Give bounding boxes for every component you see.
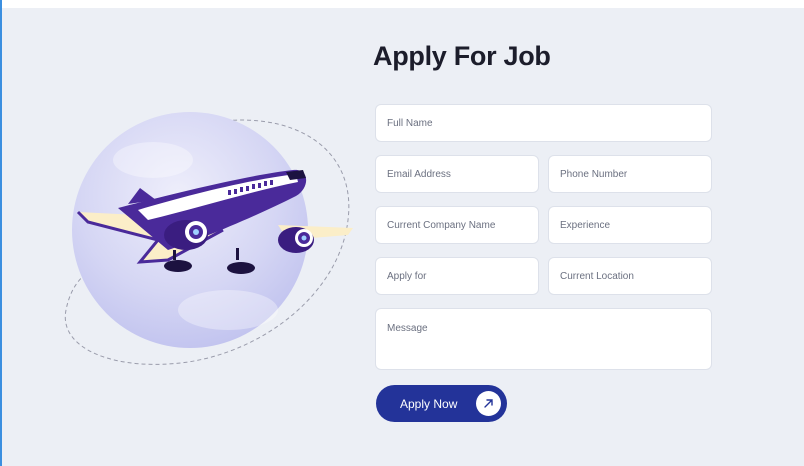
experience-input[interactable] <box>560 219 700 231</box>
full-name-input[interactable] <box>387 117 700 129</box>
arrow-up-right-icon <box>476 391 501 416</box>
company-input[interactable] <box>387 219 527 231</box>
email-field[interactable] <box>375 155 539 193</box>
message-field[interactable] <box>375 308 712 370</box>
location-input[interactable] <box>560 270 700 282</box>
phone-input[interactable] <box>560 168 700 180</box>
apply-for-input[interactable] <box>387 270 527 282</box>
form-container: Apply For Job <box>373 40 713 72</box>
message-input[interactable] <box>387 323 700 363</box>
engine-right <box>278 227 314 253</box>
engine-left <box>164 220 208 250</box>
airplane-illustration <box>64 112 353 365</box>
email-input[interactable] <box>387 168 527 180</box>
apply-now-label: Apply Now <box>400 396 458 411</box>
experience-field[interactable] <box>548 206 712 244</box>
page: Apply For Job Apply Now <box>0 0 804 466</box>
phone-field[interactable] <box>548 155 712 193</box>
page-title: Apply For Job <box>373 41 551 71</box>
apply-for-field[interactable] <box>375 257 539 295</box>
full-name-field[interactable] <box>375 104 712 142</box>
location-field[interactable] <box>548 257 712 295</box>
apply-now-button[interactable]: Apply Now <box>376 385 507 422</box>
company-field[interactable] <box>375 206 539 244</box>
